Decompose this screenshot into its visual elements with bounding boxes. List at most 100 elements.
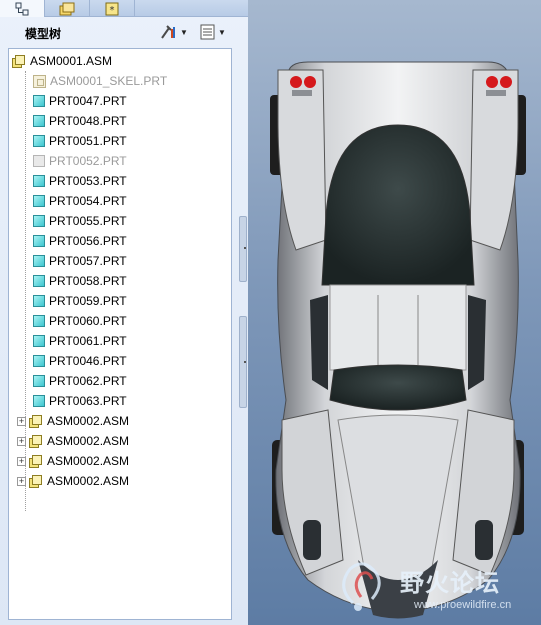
assembly-icon (29, 474, 43, 488)
tree-item[interactable]: PRT0058.PRT (33, 271, 127, 291)
part-icon (33, 375, 45, 387)
part-icon (33, 115, 45, 127)
tree-item-label: ASM0002.ASM (47, 474, 130, 488)
part-icon (33, 275, 45, 287)
part-icon (33, 135, 45, 147)
expand-toggle-icon[interactable]: + (17, 456, 26, 466)
part-icon (33, 355, 45, 367)
watermark-title: 野火论坛 (400, 569, 500, 597)
tree-item[interactable]: + ASM0002.ASM (17, 451, 129, 471)
tree-item[interactable]: PRT0051.PRT (33, 131, 127, 151)
tab-favorites[interactable]: * (90, 0, 135, 17)
tree-item[interactable]: PRT0063.PRT (33, 391, 127, 411)
tail-light (486, 76, 498, 88)
assembly-icon (29, 414, 43, 428)
model-tree: ASM0001.ASM ASM0001_SKEL.PRT PRT0047.PRT… (8, 48, 232, 620)
splitter-grip-lower[interactable] (239, 316, 247, 408)
expand-toggle-icon[interactable]: + (17, 416, 26, 426)
tree-item[interactable]: PRT0052.PRT (33, 151, 127, 171)
tree-item-label: PRT0061.PRT (49, 334, 127, 348)
part-icon (33, 215, 45, 227)
tree-item[interactable]: PRT0046.PRT (33, 351, 127, 371)
tree-item-label: PRT0055.PRT (49, 214, 127, 228)
favorites-icon: * (105, 2, 119, 16)
car-model (270, 61, 526, 619)
assembly-icon (29, 454, 43, 468)
tree-item[interactable]: PRT0060.PRT (33, 311, 127, 331)
tail-light (304, 76, 316, 88)
show-button[interactable]: ▼ (200, 23, 226, 41)
tree-item-label: PRT0063.PRT (49, 394, 127, 408)
tree-item-label: PRT0056.PRT (49, 234, 127, 248)
tree-item-label: PRT0054.PRT (49, 194, 127, 208)
tree-item[interactable]: PRT0054.PRT (33, 191, 127, 211)
graphics-viewport[interactable]: 野火论坛 www.proewildfire.cn (248, 0, 541, 625)
model-tree-icon (15, 2, 29, 15)
tree-item-label: PRT0048.PRT (49, 114, 127, 128)
part-icon (33, 155, 45, 167)
folder-icon (59, 2, 75, 15)
assembly-icon (29, 434, 43, 448)
forum-logo-icon (342, 562, 381, 611)
list-icon (200, 24, 215, 40)
part-icon (33, 95, 45, 107)
tree-item-label: PRT0053.PRT (49, 174, 127, 188)
tree-item[interactable]: PRT0053.PRT (33, 171, 127, 191)
tree-item-label: ASM0002.ASM (47, 414, 130, 428)
chevron-down-icon: ▼ (180, 27, 188, 37)
tree-item[interactable]: PRT0055.PRT (33, 211, 127, 231)
tail-light (290, 76, 302, 88)
assembly-icon (12, 54, 26, 68)
tree-item-label: PRT0047.PRT (49, 94, 127, 108)
tools-icon (161, 25, 175, 39)
part-icon (33, 395, 45, 407)
tree-item-label: PRT0051.PRT (49, 134, 127, 148)
part-icon (33, 295, 45, 307)
tree-root[interactable]: ASM0001.ASM (12, 51, 112, 71)
tree-item[interactable]: + ASM0002.ASM (17, 411, 129, 431)
tree-item-label: PRT0058.PRT (49, 274, 127, 288)
panel-title: 模型树 (25, 27, 62, 41)
expand-toggle-icon[interactable]: + (17, 476, 26, 486)
tree-item[interactable]: PRT0061.PRT (33, 331, 127, 351)
tree-item-label: PRT0057.PRT (49, 254, 127, 268)
tree-item[interactable]: PRT0047.PRT (33, 91, 127, 111)
part-icon (33, 255, 45, 267)
tree-toolbar: 模型树 ▼ ▼ (0, 18, 248, 46)
svg-text:*: * (110, 5, 115, 16)
tree-item[interactable]: + ASM0002.ASM (17, 471, 129, 491)
watermark-url: www.proewildfire.cn (414, 599, 512, 611)
part-icon (33, 315, 45, 327)
tab-folder-browser[interactable] (45, 0, 90, 17)
model-tree-panel: * 模型树 ▼ ▼ ASM0001.ASM ASM0001_SKEL.PRT P… (0, 0, 248, 625)
settings-button[interactable]: ▼ (160, 23, 188, 41)
skeleton-icon (33, 74, 46, 88)
chevron-down-icon: ▼ (218, 27, 226, 37)
tree-item-label: PRT0062.PRT (49, 374, 127, 388)
splitter-grip-upper[interactable] (239, 216, 247, 282)
panel-tabs: * (0, 0, 248, 17)
expand-toggle-icon[interactable]: + (17, 436, 26, 446)
tree-item[interactable]: + ASM0002.ASM (17, 431, 129, 451)
panel-splitter[interactable] (238, 216, 248, 408)
tree-item-label: PRT0060.PRT (49, 314, 127, 328)
tail-light (500, 76, 512, 88)
tree-item[interactable]: PRT0062.PRT (33, 371, 127, 391)
tree-item[interactable]: ASM0001_SKEL.PRT (33, 71, 167, 91)
part-icon (33, 235, 45, 247)
tree-item[interactable]: PRT0057.PRT (33, 251, 127, 271)
forum-watermark: 野火论坛 www.proewildfire.cn (328, 555, 541, 615)
tree-root-label: ASM0001.ASM (30, 54, 113, 68)
tab-model-tree[interactable] (0, 0, 45, 17)
tree-item-label: PRT0046.PRT (49, 354, 127, 368)
tree-item[interactable]: PRT0059.PRT (33, 291, 127, 311)
tree-item[interactable]: PRT0056.PRT (33, 231, 127, 251)
tree-item-label: PRT0059.PRT (49, 294, 127, 308)
tree-item-label: ASM0002.ASM (47, 454, 130, 468)
tree-item[interactable]: PRT0048.PRT (33, 111, 127, 131)
part-icon (33, 195, 45, 207)
part-icon (33, 175, 45, 187)
tree-item-label: ASM0002.ASM (47, 434, 130, 448)
tree-item-label: PRT0052.PRT (49, 154, 127, 168)
part-icon (33, 335, 45, 347)
